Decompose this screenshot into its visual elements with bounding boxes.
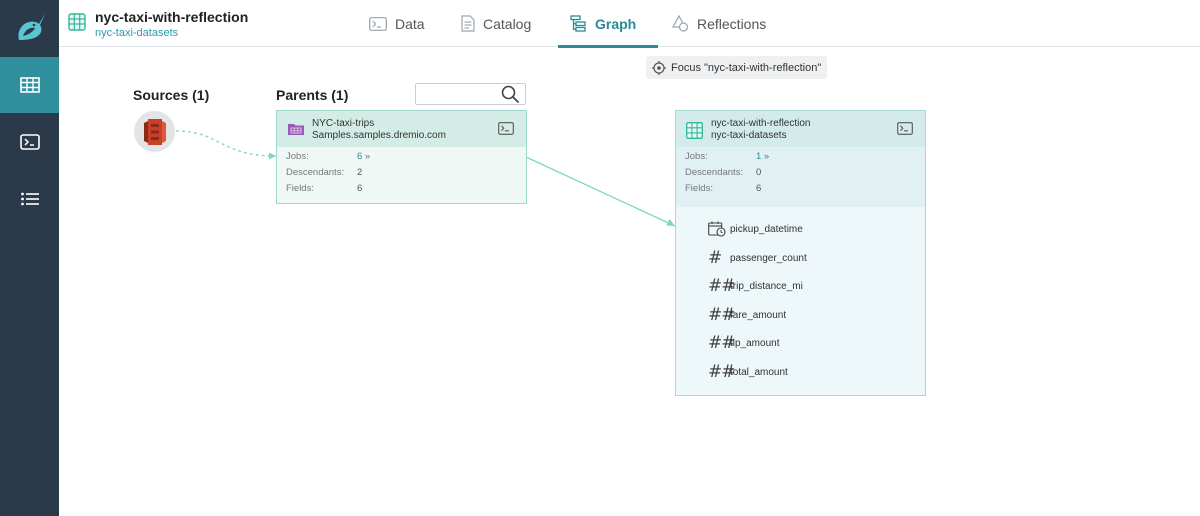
dataset-title: nyc-taxi-with-reflection <box>95 9 249 25</box>
fields-label: Fields: <box>286 183 314 194</box>
list-icon <box>20 192 39 206</box>
tab-data-label: Data <box>395 15 425 32</box>
descendants-label: Descendants: <box>286 167 345 178</box>
tab-reflections[interactable]: Reflections <box>672 0 766 47</box>
terminal-icon <box>19 134 40 150</box>
field-name: trip_distance_mi <box>730 280 803 292</box>
lineage-edges <box>175 130 676 227</box>
card-header: NYC-taxi-trips Samples.samples.dremio.co… <box>277 111 526 147</box>
graph-icon <box>570 15 586 32</box>
descendants-value: 0 <box>756 167 762 178</box>
double-type-icon: ## <box>708 333 736 353</box>
dataset-space-link[interactable]: nyc-taxi-datasets <box>95 27 178 39</box>
focus-button[interactable]: Focus "nyc-taxi-with-reflection" <box>646 56 828 79</box>
double-type-icon: ## <box>708 305 736 325</box>
field-name: tip_amount <box>730 337 780 349</box>
field-row: ## trip_distance_mi <box>708 276 803 296</box>
parent-dataset-card[interactable]: NYC-taxi-trips Samples.samples.dremio.co… <box>276 110 527 204</box>
field-row: ## total_amount <box>708 362 788 382</box>
calendar-clock-icon <box>708 221 730 237</box>
field-row: ## fare_amount <box>708 305 787 325</box>
sidebar-item-jobs[interactable] <box>0 171 59 227</box>
document-icon <box>461 15 475 32</box>
jobs-label: Jobs: <box>685 151 708 162</box>
field-name: fare_amount <box>730 309 787 321</box>
tab-graph-label: Graph <box>595 15 637 32</box>
field-name: pickup_datetime <box>730 223 803 235</box>
grid-icon <box>19 77 40 93</box>
sidebar-item-datasets[interactable] <box>0 57 59 113</box>
dataset-grid-icon <box>68 13 86 31</box>
source-node-s3[interactable] <box>134 111 175 152</box>
fields-value: 6 <box>357 183 363 194</box>
parents-heading: Parents (1) <box>276 87 349 103</box>
edge-arrowhead <box>666 219 675 226</box>
reflections-icon <box>672 15 689 32</box>
parents-search <box>415 83 526 105</box>
current-dataset-card[interactable]: nyc-taxi-with-reflection nyc-taxi-datase… <box>675 110 926 396</box>
app-window: nyc-taxi-with-reflection nyc-taxi-datase… <box>0 0 1200 516</box>
field-row: pickup_datetime <box>708 220 803 238</box>
terminal-icon[interactable] <box>897 122 913 135</box>
jobs-link[interactable]: 1 » <box>756 151 769 162</box>
search-icon[interactable] <box>501 85 520 104</box>
tab-reflections-label: Reflections <box>697 15 767 32</box>
dataset-grid-icon <box>686 122 703 139</box>
terminal-icon[interactable] <box>498 122 514 135</box>
double-type-icon: ## <box>708 276 736 296</box>
left-sidebar <box>0 0 59 516</box>
amazon-s3-icon <box>143 118 166 145</box>
sources-heading: Sources (1) <box>133 87 210 103</box>
fields-label: Fields: <box>685 183 713 194</box>
crosshair-icon <box>652 60 666 75</box>
edge-parent-to-current <box>525 156 676 227</box>
terminal-icon <box>369 16 387 31</box>
field-name: passenger_count <box>730 252 807 264</box>
integer-type-icon: # <box>708 248 722 268</box>
current-dataset-path: nyc-taxi-datasets <box>711 130 787 141</box>
parent-dataset-name: NYC-taxi-trips <box>312 118 375 129</box>
jobs-link[interactable]: 6 » <box>357 151 370 162</box>
dataset-header: nyc-taxi-with-reflection nyc-taxi-datase… <box>59 0 1200 48</box>
field-row: # passenger_count <box>708 248 807 268</box>
tab-graph[interactable]: Graph <box>557 0 659 48</box>
folder-icon <box>288 124 304 135</box>
focus-label: Focus "nyc-taxi-with-reflection" <box>671 61 822 74</box>
parent-dataset-path: Samples.samples.dremio.com <box>312 130 446 141</box>
current-dataset-name: nyc-taxi-with-reflection <box>711 118 811 129</box>
field-name: total_amount <box>730 366 788 378</box>
edge-source-to-parent <box>175 130 277 157</box>
descendants-label: Descendants: <box>685 167 744 178</box>
double-type-icon: ## <box>708 362 736 382</box>
dremio-logo[interactable] <box>0 0 59 56</box>
jobs-label: Jobs: <box>286 151 309 162</box>
current-stats: Jobs: 1 » Descendants: 0 Fields: 6 <box>676 147 925 207</box>
tab-catalog-label: Catalog <box>483 15 532 32</box>
sidebar-item-sql-runner[interactable] <box>0 114 59 170</box>
descendants-value: 2 <box>357 167 363 178</box>
field-row: ## tip_amount <box>708 333 780 353</box>
tab-catalog[interactable]: Catalog <box>461 0 531 47</box>
fields-value: 6 <box>756 183 762 194</box>
tab-data[interactable]: Data <box>369 0 425 47</box>
card-header: nyc-taxi-with-reflection nyc-taxi-datase… <box>676 111 925 147</box>
edge-arrowhead <box>269 152 276 160</box>
parents-search-input[interactable] <box>416 84 500 104</box>
